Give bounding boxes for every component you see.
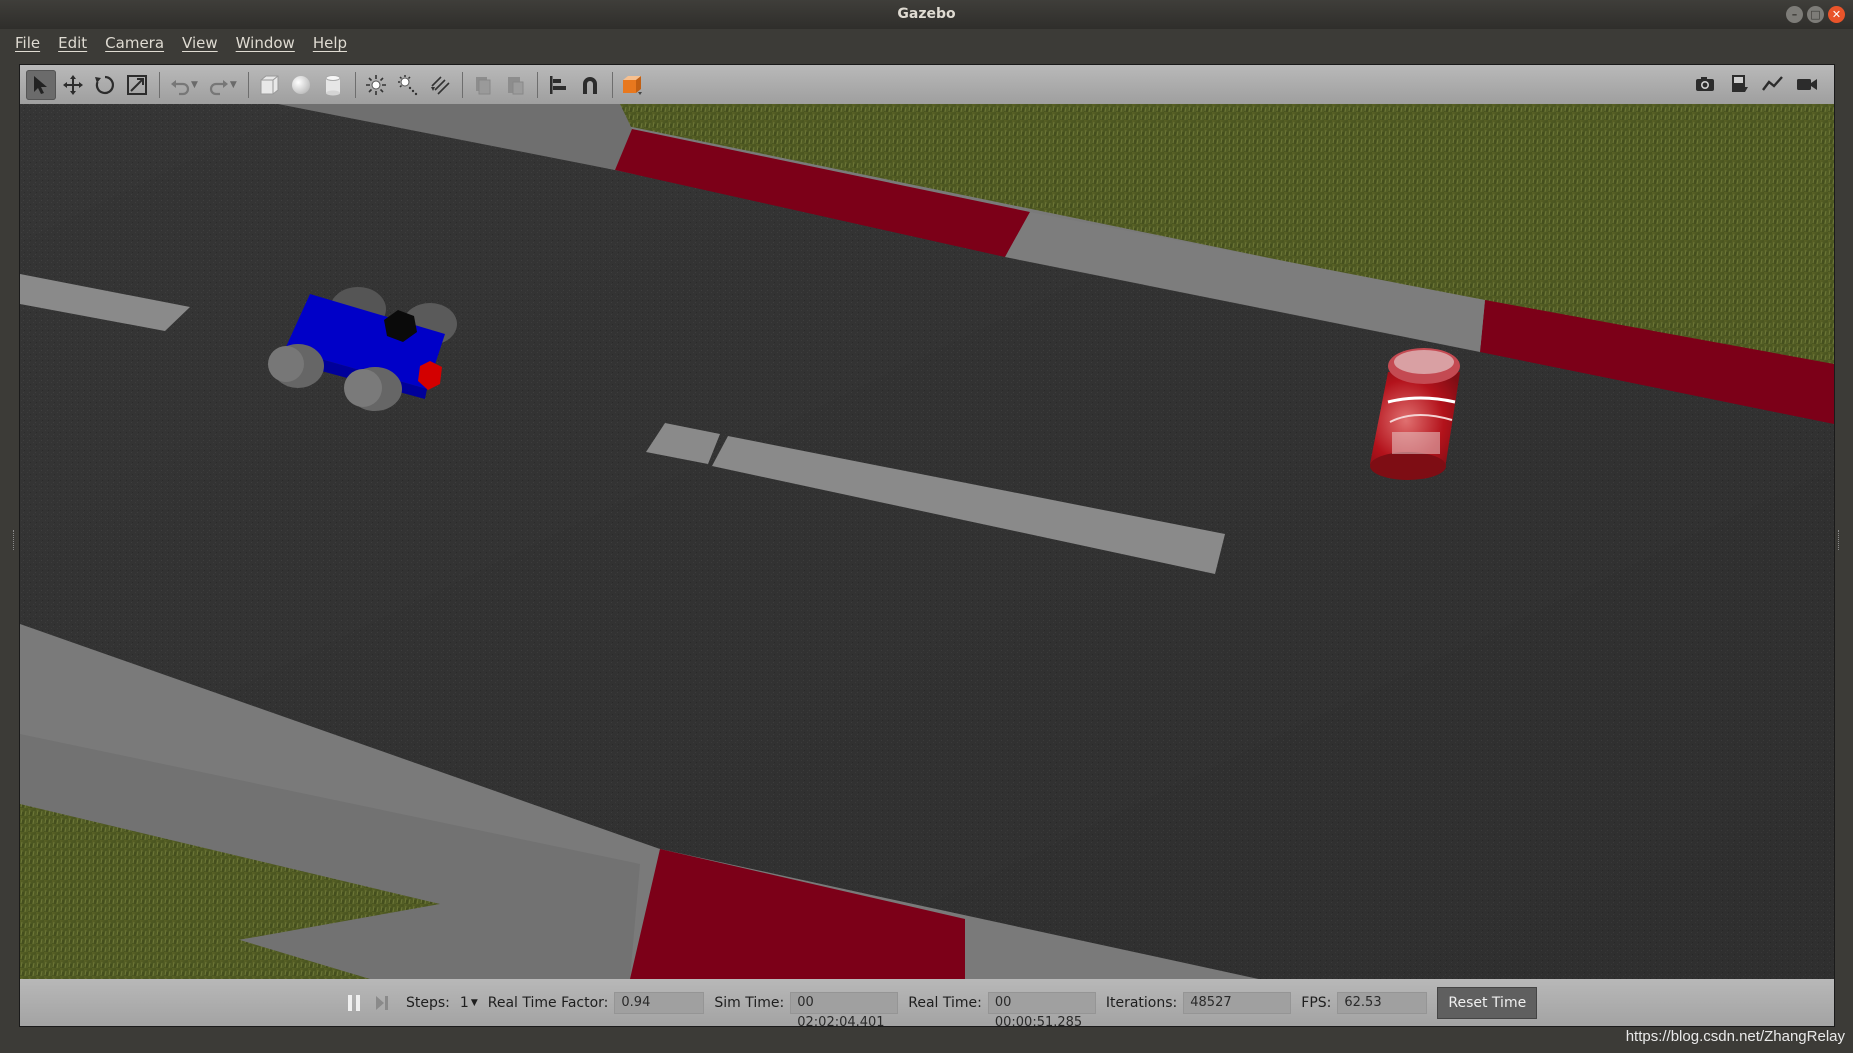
paste-button[interactable]: [500, 70, 530, 100]
real-time-label: Real Time:: [908, 994, 982, 1011]
align-icon: [549, 75, 566, 94]
window-controls: – □ ✕: [1786, 6, 1845, 23]
watermark-url: https://blog.csdn.net/ZhangRelay: [1625, 1028, 1845, 1045]
toolbar-separator: [247, 71, 249, 98]
gazebo-main-frame: ▼ ▼ Steps: 1 ▼ Real Time Factor: 0.94 Si…: [19, 64, 1835, 1030]
translate-mode-button[interactable]: [58, 70, 88, 100]
sim-time-value: 00 02:02:04.401: [790, 991, 899, 1030]
simulation-status-bar: Steps: 1 ▼ Real Time Factor: 0.94 Sim Ti…: [20, 979, 1834, 1030]
real-time-value: 00 00:00:51.285: [987, 991, 1096, 1030]
undo-dropdown-icon[interactable]: ▼: [191, 80, 198, 90]
toolbar-separator: [461, 71, 463, 98]
plot-icon: [1762, 76, 1783, 91]
step-icon: [376, 995, 388, 1010]
robot-wheel-hub-right: [344, 369, 382, 407]
maximize-button[interactable]: □: [1807, 6, 1824, 23]
point-light-button[interactable]: [361, 70, 391, 100]
real-time-factor-value: 0.94: [614, 991, 705, 1014]
toolbar-separator: [611, 71, 613, 98]
iterations-value: 48527: [1183, 991, 1292, 1014]
directional-light-button[interactable]: [425, 70, 455, 100]
snap-icon: [582, 76, 597, 94]
point-light-icon: [365, 74, 386, 95]
rotate-mode-button[interactable]: [90, 70, 120, 100]
rotate-mode-icon: [95, 75, 114, 94]
coke-can-bottom: [1370, 452, 1446, 480]
scale-mode-button[interactable]: [122, 70, 152, 100]
sphere-shape-icon: [291, 75, 310, 94]
scene-render: [20, 104, 1834, 979]
toolbar-right-group: [1690, 69, 1824, 99]
spot-light-button[interactable]: [393, 70, 423, 100]
log-data-icon: [1732, 75, 1748, 92]
toolbar-separator: [159, 71, 160, 98]
iterations-label: Iterations:: [1105, 994, 1178, 1011]
close-button[interactable]: ✕: [1828, 6, 1845, 23]
steps-value: 1: [459, 994, 469, 1011]
menu-view[interactable]: View: [173, 29, 227, 57]
paste-icon: [507, 76, 524, 94]
right-panel-handle[interactable]: [1838, 530, 1842, 550]
menu-bar: File Edit Camera View Window Help: [0, 29, 1853, 57]
minimize-button[interactable]: –: [1786, 6, 1803, 23]
plot-button[interactable]: [1758, 69, 1788, 99]
sphere-shape-button[interactable]: [286, 70, 316, 100]
cylinder-shape-icon: [325, 74, 341, 95]
fps-value: 62.53: [1337, 991, 1428, 1014]
translate-mode-icon: [63, 74, 83, 95]
snap-button[interactable]: [575, 70, 605, 100]
toolbar: ▼ ▼: [20, 65, 1834, 104]
record-video-button[interactable]: [1792, 69, 1822, 99]
screenshot-button[interactable]: [1690, 69, 1720, 99]
record-video-icon: [1797, 79, 1817, 90]
align-button[interactable]: [543, 70, 573, 100]
toolbar-separator: [354, 71, 356, 98]
box-shape-icon: [260, 75, 279, 94]
screenshot-icon: [1696, 77, 1714, 91]
menu-edit[interactable]: Edit: [49, 29, 96, 57]
copy-button[interactable]: [468, 70, 498, 100]
chevron-down-icon: ▼: [470, 997, 478, 1008]
step-button[interactable]: [368, 989, 396, 1017]
menu-camera[interactable]: Camera: [96, 29, 173, 57]
menu-file[interactable]: File: [6, 29, 49, 57]
sim-time-label: Sim Time:: [714, 994, 785, 1011]
directional-light-icon: [430, 75, 450, 95]
scale-mode-icon: [127, 74, 147, 95]
redo-icon: [209, 79, 228, 95]
spot-light-icon: [397, 74, 418, 95]
pause-icon: [348, 994, 360, 1011]
real-time-factor-label: Real Time Factor:: [487, 994, 609, 1011]
steps-dropdown[interactable]: 1 ▼: [460, 995, 478, 1011]
redo-dropdown-icon[interactable]: ▼: [230, 80, 237, 90]
window-title: Gazebo: [897, 6, 956, 22]
coke-can-label-graphic: [1392, 432, 1440, 454]
toolbar-separator: [536, 71, 538, 98]
view-angle-icon: [622, 75, 642, 95]
left-panel-handle[interactable]: [13, 530, 17, 550]
reset-time-button[interactable]: Reset Time: [1437, 986, 1538, 1019]
copy-icon: [475, 76, 491, 94]
robot-wheel-hub-left: [268, 346, 304, 382]
fps-label: FPS:: [1301, 994, 1332, 1011]
log-data-button[interactable]: [1724, 69, 1754, 99]
cylinder-shape-button[interactable]: [318, 70, 348, 100]
scene-viewport[interactable]: [20, 104, 1834, 979]
window-titlebar: Gazebo – □ ✕: [0, 0, 1853, 29]
undo-icon: [171, 79, 190, 95]
steps-label: Steps:: [406, 994, 450, 1011]
menu-window[interactable]: Window: [227, 29, 304, 57]
coke-can-lid: [1394, 350, 1454, 374]
view-angle-button[interactable]: [618, 70, 648, 100]
select-mode-button[interactable]: [26, 69, 56, 100]
menu-help[interactable]: Help: [304, 29, 356, 57]
pause-button[interactable]: [340, 989, 368, 1017]
select-mode-icon: [34, 75, 47, 94]
box-shape-button[interactable]: [254, 70, 284, 100]
